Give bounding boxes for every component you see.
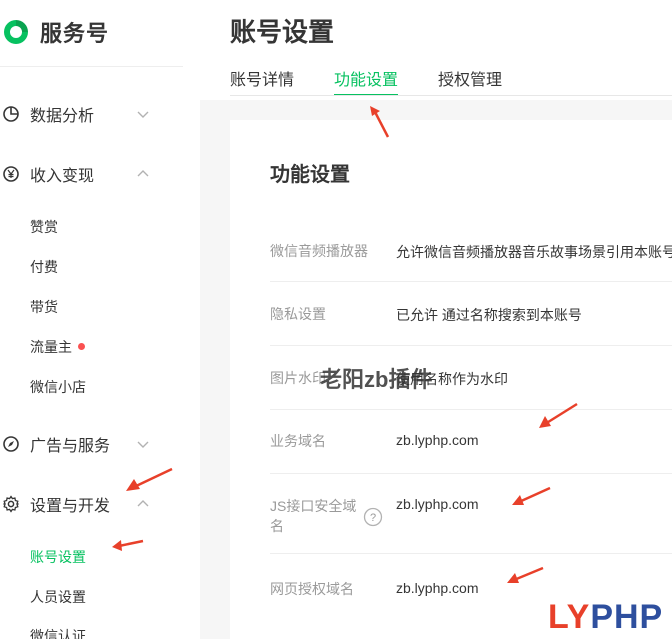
tab-bar-divider (230, 95, 672, 96)
row-divider (270, 281, 672, 282)
row-divider (270, 473, 672, 474)
row-label: 网页授权域名 (270, 581, 354, 597)
annotation-arrow-icon (126, 467, 173, 491)
tab-account-details[interactable]: 账号详情 (230, 66, 294, 96)
sidebar-group-label: 收入变现 (30, 168, 95, 185)
row-divider (270, 345, 672, 346)
chevron-up-icon (137, 170, 149, 177)
help-icon[interactable]: ? (363, 507, 383, 527)
logo-part2: PHP (590, 598, 664, 636)
annotation-arrow-icon (539, 402, 578, 428)
row-label: 业务域名 (270, 433, 326, 449)
sidebar-divider (0, 66, 183, 67)
watermark-text: 老阳zb插件 (320, 367, 433, 392)
page-title: 账号设置 (230, 17, 335, 47)
panel-title: 功能设置 (270, 164, 350, 186)
tab-function-settings[interactable]: 功能设置 (334, 66, 399, 96)
sidebar-group-label: 广告与服务 (30, 438, 111, 455)
sidebar-group-label: 数据分析 (30, 108, 95, 125)
sidebar-item-sales[interactable]: 带货 (30, 293, 58, 321)
service-account-logo-icon (4, 20, 28, 44)
yen-coin-icon (3, 166, 19, 182)
chevron-up-icon (137, 500, 149, 507)
chevron-down-icon (137, 111, 149, 118)
sidebar-item-label: 流量主 (30, 339, 72, 355)
annotation-arrow-icon (507, 566, 544, 583)
tab-bar: 账号详情 功能设置 授权管理 (230, 66, 672, 96)
brand[interactable]: 服务号 (0, 14, 109, 50)
row-divider (270, 409, 672, 410)
annotation-arrow-icon (512, 486, 551, 505)
sidebar-group-ads-services[interactable]: 广告与服务 (0, 426, 183, 462)
sidebar-group-monetization[interactable]: 收入变现 (0, 156, 183, 192)
compass-icon (3, 436, 19, 452)
annotation-arrow-icon (112, 539, 144, 551)
row-label: JS接口安全域名 (270, 498, 357, 534)
sidebar-item-ad-traffic[interactable]: 流量主 (30, 333, 85, 361)
svg-text:?: ? (370, 512, 376, 524)
js-domain-value: zb.lyphp.com (396, 496, 479, 512)
lyphp-logo: LYPHP (548, 598, 663, 637)
pie-chart-icon (3, 106, 19, 122)
sidebar-item-wechat-shop[interactable]: 微信小店 (30, 373, 86, 401)
gear-icon (3, 495, 19, 513)
row-value: 允许微信音频播放器音乐故事场景引用本账号 (396, 244, 672, 260)
sidebar-item-appreciation[interactable]: 赞赏 (30, 213, 58, 241)
notification-dot (78, 343, 85, 350)
sidebar-item-account-settings[interactable]: 账号设置 (30, 543, 86, 571)
sidebar-group-label: 设置与开发 (30, 498, 111, 515)
sidebar-group-data-analysis[interactable]: 数据分析 (0, 96, 183, 132)
row-divider (270, 553, 672, 554)
brand-name: 服务号 (40, 21, 110, 46)
oauth-domain-value: zb.lyphp.com (396, 580, 479, 596)
logo-part1: LY (548, 598, 591, 636)
chevron-down-icon (137, 441, 149, 448)
row-value: 已允许 通过名称搜索到本账号 (396, 307, 582, 323)
row-label: 隐私设置 (270, 306, 326, 322)
sidebar-item-paid[interactable]: 付费 (30, 253, 58, 281)
sidebar: 服务号 数据分析 收入变现 赞赏 付费 带货 流量主 微信小店 广告与服务 设置… (0, 0, 183, 639)
sidebar-item-member-settings[interactable]: 人员设置 (30, 583, 86, 611)
business-domain-value: zb.lyphp.com (396, 432, 479, 448)
sidebar-item-wechat-verification[interactable]: 微信认证 (30, 622, 86, 639)
row-label: 微信音频播放器 (270, 243, 368, 259)
row-label: 图片水印 (270, 370, 326, 386)
annotation-arrow-icon (370, 106, 390, 138)
tab-authorization[interactable]: 授权管理 (438, 66, 502, 96)
